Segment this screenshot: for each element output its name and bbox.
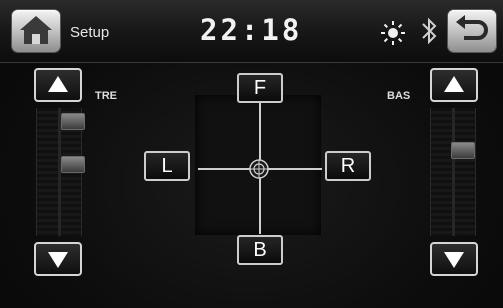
balance-right-button[interactable]: R bbox=[325, 151, 371, 181]
treble-slider[interactable] bbox=[36, 108, 85, 236]
treble-down-button[interactable] bbox=[34, 242, 82, 276]
treble-up-button[interactable] bbox=[34, 68, 82, 102]
treble-label: TRE bbox=[95, 90, 117, 102]
fader-front-button[interactable]: F bbox=[237, 73, 283, 103]
treble-slider-thumb[interactable] bbox=[61, 156, 85, 173]
bass-slider[interactable] bbox=[430, 108, 476, 236]
page-title: Setup bbox=[70, 24, 110, 41]
home-button[interactable] bbox=[12, 10, 60, 52]
brightness-button[interactable] bbox=[380, 20, 406, 51]
bluetooth-icon bbox=[422, 17, 437, 45]
treble-slider-thumb[interactable] bbox=[61, 113, 85, 130]
fader-back-button[interactable]: B bbox=[237, 235, 283, 265]
bass-label: BAS bbox=[387, 90, 411, 102]
sun-icon bbox=[381, 21, 405, 45]
bass-slider-rail bbox=[452, 108, 455, 236]
balance-position-marker[interactable] bbox=[248, 158, 270, 180]
return-arrow-icon bbox=[456, 15, 488, 40]
crosshair-target-icon bbox=[249, 159, 269, 179]
triangle-down-icon bbox=[444, 252, 464, 268]
balance-left-button[interactable]: L bbox=[144, 151, 190, 181]
home-icon bbox=[20, 16, 52, 44]
bluetooth-status bbox=[420, 16, 438, 51]
top-bar: Setup 22:18 bbox=[0, 0, 503, 63]
bass-down-button[interactable] bbox=[430, 242, 478, 276]
audio-setup-screen: Setup 22:18 TRE BAS F L R B bbox=[0, 0, 503, 308]
triangle-up-icon bbox=[444, 76, 464, 92]
clock-display: 22:18 bbox=[200, 13, 303, 47]
back-button[interactable] bbox=[448, 10, 496, 52]
bass-up-button[interactable] bbox=[430, 68, 478, 102]
triangle-down-icon bbox=[48, 252, 68, 268]
triangle-up-icon bbox=[48, 76, 68, 92]
bass-slider-thumb[interactable] bbox=[451, 142, 475, 159]
